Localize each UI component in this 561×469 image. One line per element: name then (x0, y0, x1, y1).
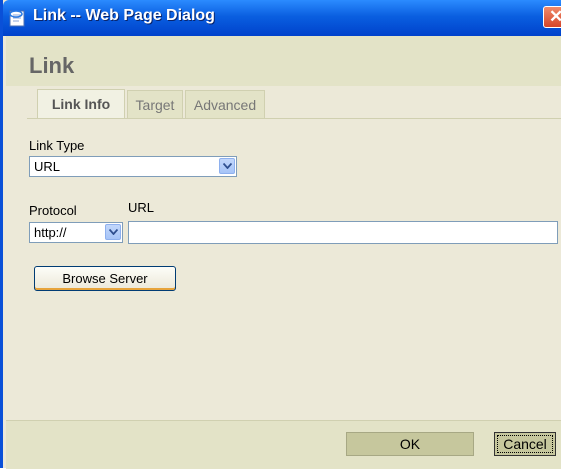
close-icon: ✕ (549, 7, 561, 26)
chevron-down-icon[interactable] (105, 224, 121, 240)
url-label: URL (128, 200, 155, 215)
cancel-button[interactable]: Cancel (494, 432, 556, 456)
ie-page-icon (9, 10, 25, 27)
tab-advanced[interactable]: Advanced (185, 90, 265, 118)
tab-link-info[interactable]: Link Info (37, 89, 125, 119)
dialog-heading: Link (29, 53, 75, 78)
window-title: Link -- Web Page Dialog (33, 7, 215, 24)
tab-divider (27, 118, 561, 119)
browse-server-button[interactable]: Browse Server (34, 266, 176, 291)
url-input[interactable] (128, 221, 558, 244)
link-type-value: URL (34, 159, 61, 174)
protocol-value: http:// (34, 225, 67, 240)
link-type-label: Link Type (29, 138, 85, 153)
protocol-select[interactable]: http:// (29, 222, 123, 243)
protocol-label: Protocol (29, 203, 77, 218)
dialog-header (6, 36, 561, 86)
close-button[interactable]: ✕ (543, 6, 561, 28)
link-type-select[interactable]: URL (29, 156, 237, 177)
footer-bar (6, 420, 561, 469)
link-dialog-window: Link -- Web Page Dialog ✕ Link Link Info… (0, 0, 561, 469)
ok-button[interactable]: OK (346, 432, 474, 456)
title-bar[interactable]: Link -- Web Page Dialog (3, 0, 561, 36)
tab-target[interactable]: Target (127, 90, 183, 118)
chevron-down-icon[interactable] (219, 158, 235, 174)
